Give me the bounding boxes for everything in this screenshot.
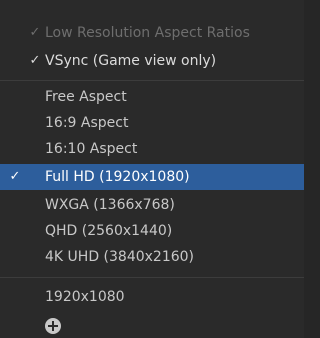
checkmark-icon: ✓ bbox=[9, 169, 21, 184]
aspect-item-16-10[interactable]: 16:10 Aspect bbox=[0, 136, 304, 162]
custom-item-1920x1080[interactable]: 1920x1080 bbox=[0, 284, 304, 310]
low-resolution-aspect-ratios-option[interactable]: ✓ Low Resolution Aspect Ratios bbox=[0, 20, 304, 46]
aspect-item-16-9[interactable]: 16:9 Aspect bbox=[0, 110, 304, 136]
aspect-item-qhd[interactable]: QHD (2560x1440) bbox=[0, 218, 304, 244]
divider bbox=[0, 277, 304, 278]
custom-item-label: 1920x1080 bbox=[45, 289, 125, 305]
aspect-item-wxga[interactable]: WXGA (1366x768) bbox=[0, 192, 304, 218]
aspect-item-label: WXGA (1366x768) bbox=[45, 197, 175, 213]
vsync-option[interactable]: ✓ VSync (Game view only) bbox=[0, 48, 304, 74]
aspect-item-label: 16:9 Aspect bbox=[45, 115, 129, 131]
aspect-item-label: Full HD (1920x1080) bbox=[45, 169, 190, 185]
aspect-item-4k-uhd[interactable]: 4K UHD (3840x2160) bbox=[0, 244, 304, 270]
aspect-item-free-aspect[interactable]: Free Aspect bbox=[0, 84, 304, 110]
checkmark-icon: ✓ bbox=[29, 25, 41, 40]
vsync-label: VSync (Game view only) bbox=[45, 53, 217, 69]
aspect-item-label: Free Aspect bbox=[45, 89, 127, 105]
divider bbox=[0, 80, 304, 81]
aspect-item-full-hd[interactable]: ✓ Full HD (1920x1080) bbox=[0, 164, 304, 190]
checkmark-icon: ✓ bbox=[29, 53, 41, 68]
resolution-dropdown-menu: ✓ Low Resolution Aspect Ratios ✓ VSync (… bbox=[0, 0, 304, 338]
aspect-item-label: 4K UHD (3840x2160) bbox=[45, 249, 195, 265]
aspect-item-label: QHD (2560x1440) bbox=[45, 223, 173, 239]
plus-circle-icon[interactable] bbox=[45, 318, 61, 334]
aspect-item-label: 16:10 Aspect bbox=[45, 141, 138, 157]
low-resolution-aspect-ratios-label: Low Resolution Aspect Ratios bbox=[45, 25, 250, 41]
